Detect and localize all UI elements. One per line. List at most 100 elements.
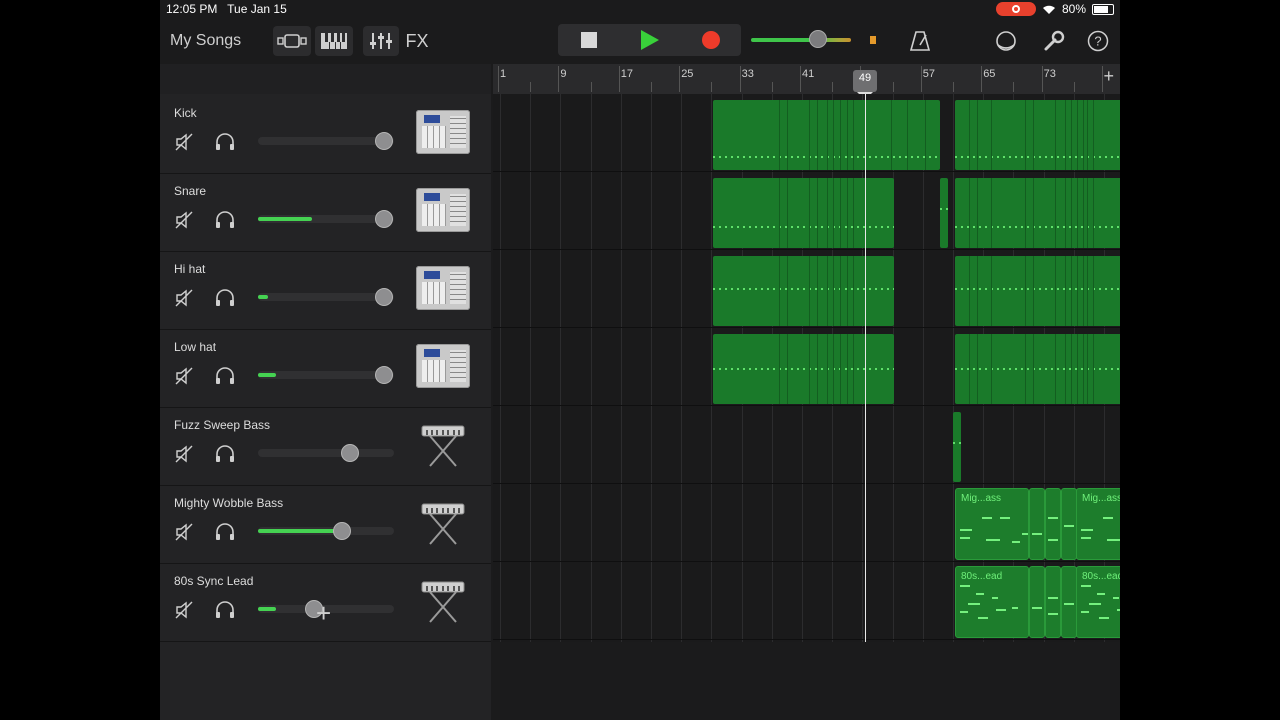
solo-button[interactable] — [214, 444, 236, 464]
region-hits — [713, 226, 894, 228]
solo-button[interactable] — [214, 132, 236, 152]
midi-region[interactable]: Mig...ass — [955, 488, 1029, 560]
fx-button[interactable]: FX — [402, 26, 432, 56]
play-button[interactable] — [619, 24, 680, 56]
track-volume-slider[interactable] — [258, 444, 394, 462]
track-header[interactable]: Mighty Wobble Bass — [160, 486, 491, 564]
drum-machine-icon[interactable] — [416, 188, 470, 236]
status-bar: 12:05 PM Tue Jan 15 80% — [160, 0, 1120, 20]
add-track-button[interactable]: + — [316, 600, 331, 626]
drum-machine-icon[interactable] — [416, 110, 470, 158]
mute-button[interactable] — [174, 366, 194, 386]
arrangement-grid[interactable]: Mig...ass Mig...ass 80s...ead 80s...ead — [493, 94, 1120, 642]
track-header[interactable]: Hi hat — [160, 252, 491, 330]
browser-view-button[interactable] — [273, 26, 311, 56]
ruler-tick — [771, 82, 773, 92]
synth-keyboard-icon[interactable] — [416, 500, 470, 548]
solo-button[interactable] — [214, 288, 236, 308]
solo-button[interactable] — [214, 210, 236, 230]
track-volume-knob[interactable] — [375, 288, 394, 306]
audio-region[interactable] — [955, 256, 1120, 326]
midi-region[interactable] — [1061, 566, 1077, 638]
audio-region[interactable] — [713, 256, 894, 326]
audio-region[interactable] — [955, 178, 1120, 248]
playhead-handle[interactable]: 49 — [853, 70, 877, 92]
help-button[interactable]: ? — [1086, 26, 1110, 56]
mute-button[interactable] — [174, 210, 194, 230]
metronome-icon — [909, 31, 931, 51]
track-header[interactable]: Low hat — [160, 330, 491, 408]
mute-button[interactable] — [174, 132, 194, 152]
midi-region[interactable] — [1045, 488, 1061, 560]
region-boundary — [1055, 178, 1056, 248]
piano-icon — [321, 33, 347, 49]
track-volume-knob[interactable] — [341, 444, 360, 462]
mute-button[interactable] — [174, 288, 194, 308]
region-boundary — [779, 178, 780, 248]
record-button[interactable] — [680, 24, 741, 56]
my-songs-button[interactable]: My Songs — [170, 26, 241, 56]
region-boundary — [1087, 334, 1088, 404]
region-boundary — [1083, 256, 1084, 326]
drum-machine-icon[interactable] — [416, 344, 470, 392]
region-boundary — [1065, 334, 1066, 404]
synth-keyboard-icon[interactable] — [416, 578, 470, 626]
headphones-icon — [216, 289, 234, 306]
track-volume-knob[interactable] — [375, 366, 394, 384]
speaker-muted-icon — [175, 445, 193, 463]
region-boundary — [1093, 334, 1094, 404]
ruler-tick — [832, 82, 834, 92]
audio-region[interactable] — [713, 100, 940, 170]
mute-button[interactable] — [174, 522, 194, 542]
add-section-button[interactable]: + — [1103, 66, 1114, 87]
audio-region[interactable] — [713, 178, 894, 248]
midi-region[interactable] — [1061, 488, 1077, 560]
mixer-icon — [370, 33, 392, 49]
loop-browser-button[interactable] — [994, 26, 1018, 56]
track-volume-slider[interactable] — [258, 366, 394, 384]
region-boundary — [847, 178, 848, 248]
drum-machine-icon[interactable] — [416, 266, 470, 314]
mute-button[interactable] — [174, 444, 194, 464]
metronome-button[interactable] — [908, 26, 932, 56]
master-volume-knob[interactable] — [809, 30, 827, 48]
track-header[interactable]: Snare — [160, 174, 491, 252]
audio-region[interactable] — [955, 334, 1120, 404]
solo-button[interactable] — [214, 366, 236, 386]
track-volume-slider[interactable] — [258, 132, 394, 150]
midi-region[interactable]: 80s...ead — [955, 566, 1029, 638]
midi-note — [1022, 533, 1028, 535]
region-boundary — [827, 334, 828, 404]
audio-region[interactable] — [953, 412, 961, 482]
region-hits — [955, 288, 1120, 290]
mixer-controls-button[interactable] — [363, 26, 399, 56]
track-volume-slider[interactable] — [258, 288, 394, 306]
track-header[interactable]: Fuzz Sweep Bass — [160, 408, 491, 486]
audio-region[interactable] — [955, 100, 1120, 170]
timeline-ruler[interactable]: 1 9 17 25 33 41 57 65 73 49 + — [493, 64, 1120, 100]
headphones-icon — [216, 601, 234, 618]
track-volume-knob[interactable] — [375, 210, 394, 228]
settings-button[interactable] — [1042, 26, 1066, 56]
track-volume-knob[interactable] — [375, 132, 394, 150]
stop-button[interactable] — [558, 24, 619, 56]
track-volume-knob[interactable] — [333, 522, 352, 540]
midi-region[interactable]: Mig...ass — [1076, 488, 1120, 560]
region-boundary — [991, 100, 992, 170]
mute-button[interactable] — [174, 600, 194, 620]
audio-region[interactable] — [940, 178, 948, 248]
track-volume-slider[interactable] — [258, 210, 394, 228]
playhead-line[interactable] — [865, 94, 866, 642]
midi-region[interactable] — [1029, 488, 1045, 560]
midi-region[interactable]: 80s...ead — [1076, 566, 1120, 638]
solo-button[interactable] — [214, 600, 236, 620]
audio-region[interactable] — [713, 334, 894, 404]
keyboard-view-button[interactable] — [315, 26, 353, 56]
solo-button[interactable] — [214, 522, 236, 542]
midi-region[interactable] — [1029, 566, 1045, 638]
synth-keyboard-icon[interactable] — [416, 422, 470, 470]
track-header[interactable]: Kick — [160, 96, 491, 174]
track-volume-slider[interactable] — [258, 522, 394, 540]
master-volume-slider[interactable] — [751, 38, 851, 42]
midi-region[interactable] — [1045, 566, 1061, 638]
